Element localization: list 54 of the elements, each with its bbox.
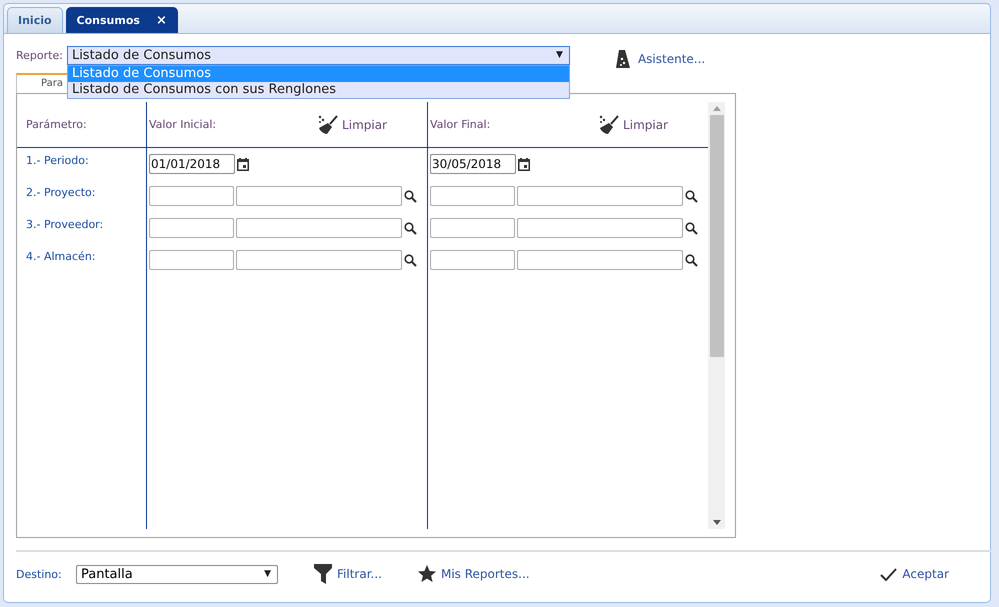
report-select[interactable]: Listado de Consumos ▼	[66, 46, 570, 64]
description-field[interactable]	[236, 186, 402, 206]
search-icon[interactable]	[404, 254, 417, 266]
search-icon[interactable]	[685, 254, 698, 266]
search-icon[interactable]	[404, 190, 417, 202]
date-field[interactable]: 01/01/2018	[149, 154, 235, 174]
destination-label: Destino:	[16, 568, 63, 580]
checkmark-icon	[880, 568, 898, 580]
accept-button[interactable]: Aceptar	[902, 567, 949, 581]
description-field[interactable]	[236, 250, 402, 270]
destination-select[interactable]: Pantalla ▼	[76, 564, 278, 584]
parameter-label: 2.- Proyecto:	[26, 186, 96, 199]
filter-button[interactable]: Filtrar...	[337, 567, 382, 581]
code-field[interactable]	[149, 250, 234, 270]
description-field[interactable]	[236, 218, 402, 238]
scroll-up-icon[interactable]	[712, 106, 720, 111]
description-field[interactable]	[517, 250, 683, 270]
report-label: Reporte:	[16, 48, 63, 62]
scrollbar-thumb[interactable]	[710, 115, 724, 357]
my-reports-button[interactable]: Mis Reportes...	[440, 567, 530, 581]
parameter-label: 1.- Periodo:	[26, 154, 89, 167]
tab[interactable]: Inicio	[7, 7, 63, 33]
calendar-icon[interactable]	[237, 158, 249, 170]
date-field[interactable]: 30/05/2018	[430, 154, 516, 174]
search-icon[interactable]	[685, 190, 698, 202]
wizard-link[interactable]: Asistente...	[638, 52, 706, 66]
description-field[interactable]	[517, 186, 683, 206]
column-header: Valor Inicial:	[149, 118, 216, 131]
code-field[interactable]	[430, 250, 515, 270]
parameter-label: 4.- Almacén:	[26, 250, 96, 263]
parameter-label: 3.- Proveedor:	[26, 218, 104, 231]
search-icon[interactable]	[404, 222, 417, 234]
column-header: Valor Final:	[430, 118, 490, 131]
broom-icon	[599, 114, 620, 134]
clear-button[interactable]: Limpiar	[623, 118, 668, 132]
tab[interactable]: Consumos ×	[66, 7, 178, 33]
close-icon[interactable]: ×	[156, 13, 167, 28]
filter-icon	[314, 564, 332, 584]
calendar-icon[interactable]	[518, 158, 530, 170]
scroll-down-icon[interactable]	[712, 520, 720, 525]
scrollbar[interactable]	[708, 102, 725, 529]
star-icon	[418, 565, 436, 583]
wizard-hat-icon	[616, 50, 630, 68]
code-field[interactable]	[430, 186, 515, 206]
broom-icon	[318, 114, 338, 134]
caret-icon: ▼	[264, 569, 271, 579]
column-header: Parámetro:	[26, 118, 87, 131]
code-field[interactable]	[149, 218, 234, 238]
caret-icon: ▼	[556, 50, 563, 60]
clear-button[interactable]: Limpiar	[342, 118, 387, 132]
code-field[interactable]	[149, 186, 234, 206]
description-field[interactable]	[517, 218, 683, 238]
search-icon[interactable]	[685, 222, 698, 234]
code-field[interactable]	[430, 218, 515, 238]
